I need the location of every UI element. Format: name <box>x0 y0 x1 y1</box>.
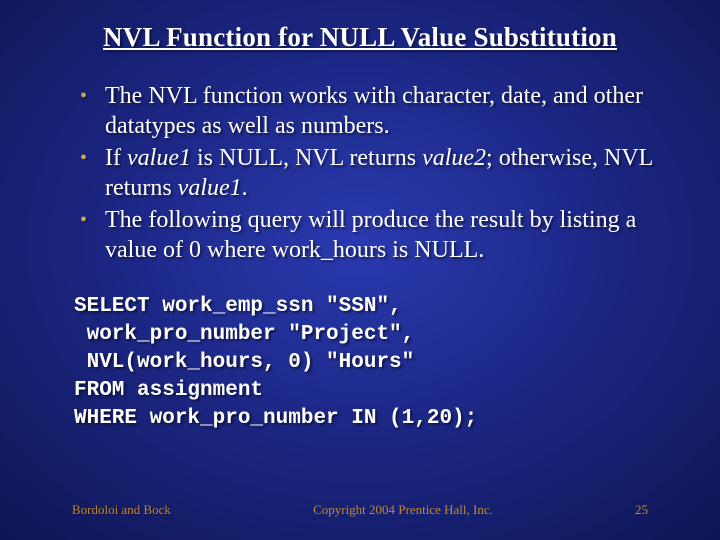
slide: NVL Function for NULL Value Substitution… <box>0 0 720 540</box>
bullet-item: • The NVL function works with character,… <box>80 81 670 141</box>
bullet-item: • If value1 is NULL, NVL returns value2;… <box>80 143 670 203</box>
footer-copyright: Copyright 2004 Prentice Hall, Inc. <box>171 502 635 518</box>
italic-term: value1 <box>127 145 191 171</box>
bullet-text: The following query will produce the res… <box>105 205 670 265</box>
code-block: SELECT work_emp_ssn "SSN", work_pro_numb… <box>74 293 670 433</box>
italic-term: value2 <box>422 145 486 171</box>
italic-term: value1 <box>178 175 242 201</box>
slide-number: 25 <box>635 502 648 518</box>
bullet-list: • The NVL function works with character,… <box>50 81 670 265</box>
bullet-text: The NVL function works with character, d… <box>105 81 670 141</box>
bullet-item: • The following query will produce the r… <box>80 205 670 265</box>
slide-title: NVL Function for NULL Value Substitution <box>50 22 670 53</box>
bullet-text: If value1 is NULL, NVL returns value2; o… <box>105 143 670 203</box>
footer: Bordoloi and Bock Copyright 2004 Prentic… <box>0 502 720 518</box>
text-span: If <box>105 145 127 171</box>
text-span: is NULL, NVL returns <box>191 145 422 171</box>
bullet-icon: • <box>80 205 87 235</box>
footer-authors: Bordoloi and Bock <box>72 502 171 518</box>
bullet-icon: • <box>80 143 87 173</box>
text-span: . <box>242 175 248 201</box>
bullet-icon: • <box>80 81 87 111</box>
